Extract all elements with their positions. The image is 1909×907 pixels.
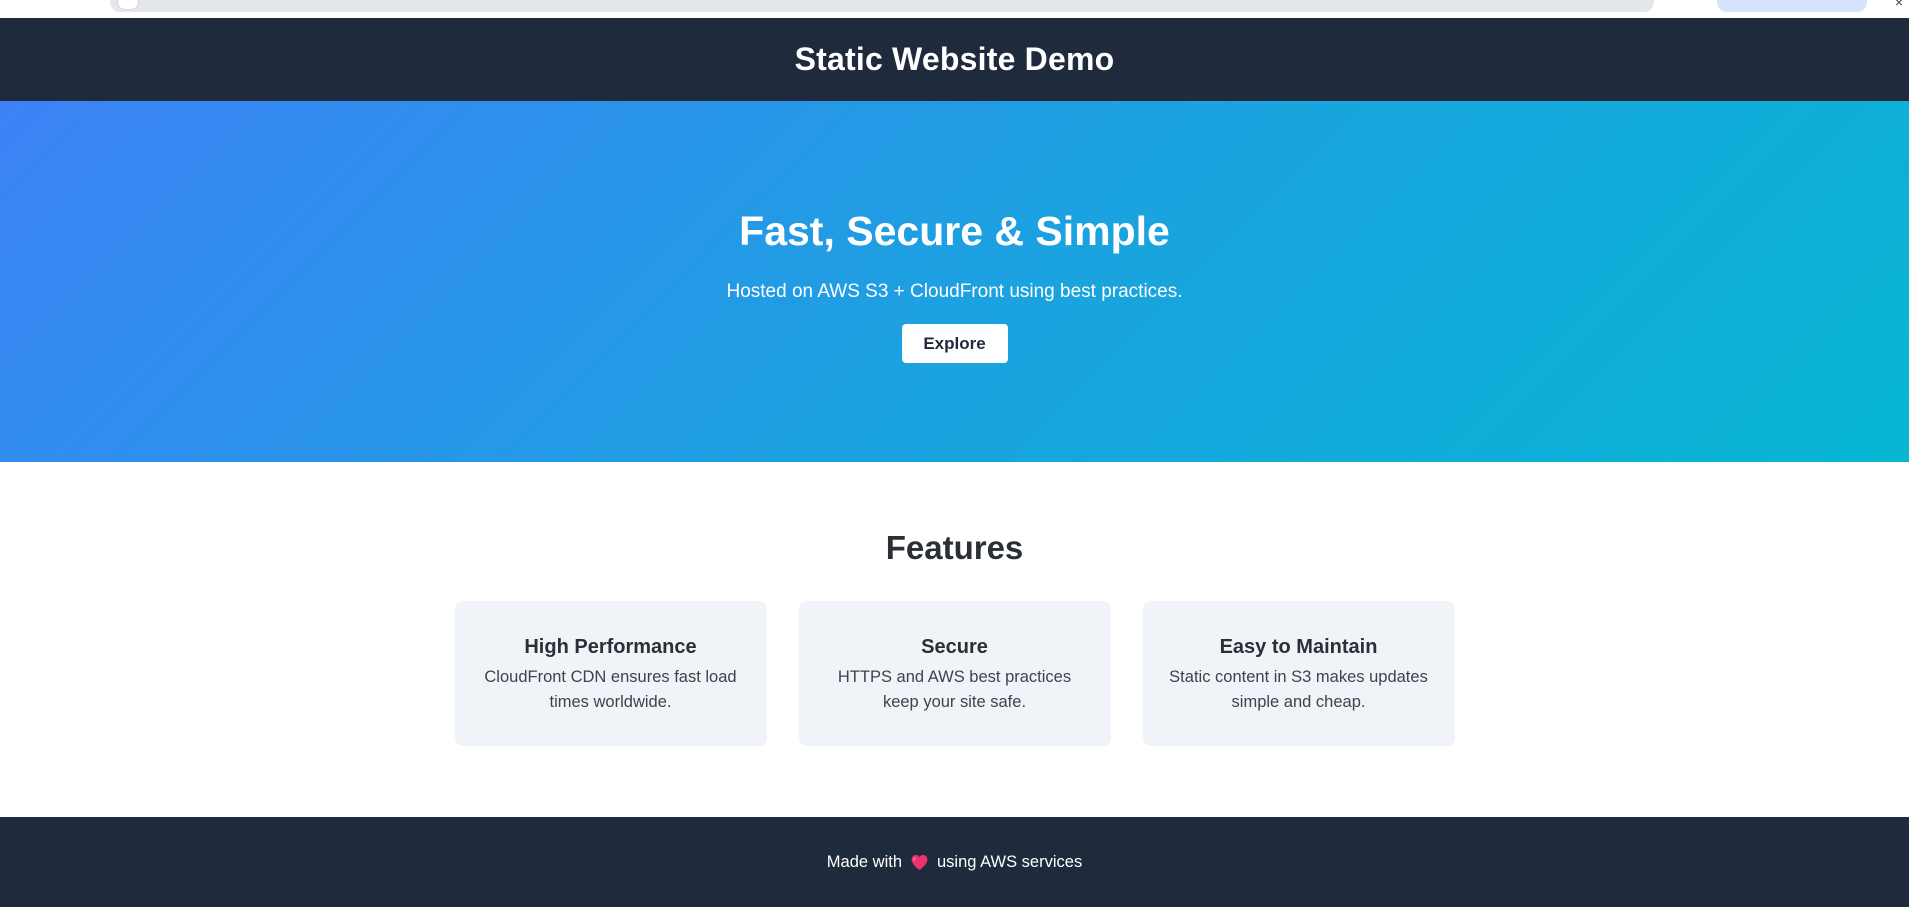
features-section: Features High Performance CloudFront CDN… — [0, 462, 1909, 817]
hero-section: Fast, Secure & Simple Hosted on AWS S3 +… — [0, 101, 1909, 462]
site-header: Static Website Demo — [0, 18, 1909, 101]
site-footer: Made with using AWS services — [0, 817, 1909, 907]
feature-card-high-performance: High Performance CloudFront CDN ensures … — [454, 601, 767, 746]
feature-card-text: HTTPS and AWS best practices keep your s… — [837, 668, 1072, 711]
feature-cards: High Performance CloudFront CDN ensures … — [454, 601, 1455, 746]
hero-title: Fast, Secure & Simple — [739, 208, 1170, 254]
explore-button[interactable]: Explore — [901, 324, 1008, 363]
feature-card-title: High Performance — [524, 636, 697, 658]
feature-card-text: CloudFront CDN ensures fast load times w… — [484, 668, 737, 711]
address-bar[interactable] — [110, 0, 1654, 12]
site-title: Static Website Demo — [794, 41, 1115, 77]
hero-subtitle: Hosted on AWS S3 + CloudFront using best… — [726, 281, 1183, 302]
close-icon[interactable]: × — [1895, 0, 1903, 10]
feature-card-title: Easy to Maintain — [1219, 636, 1378, 658]
feature-card-text: Static content in S3 makes updates simpl… — [1169, 668, 1428, 711]
footer-text-after: using AWS services — [937, 852, 1083, 871]
feature-card-title: Secure — [921, 636, 988, 658]
feature-card-easy-to-maintain: Easy to Maintain Static content in S3 ma… — [1142, 601, 1455, 746]
feature-card-secure: Secure HTTPS and AWS best practices keep… — [798, 601, 1111, 746]
features-title: Features — [885, 529, 1024, 566]
profile-button[interactable] — [1717, 0, 1867, 12]
browser-toolbar: × — [0, 0, 1909, 18]
footer-text-before: Made with — [826, 852, 902, 871]
heart-icon — [910, 853, 929, 872]
